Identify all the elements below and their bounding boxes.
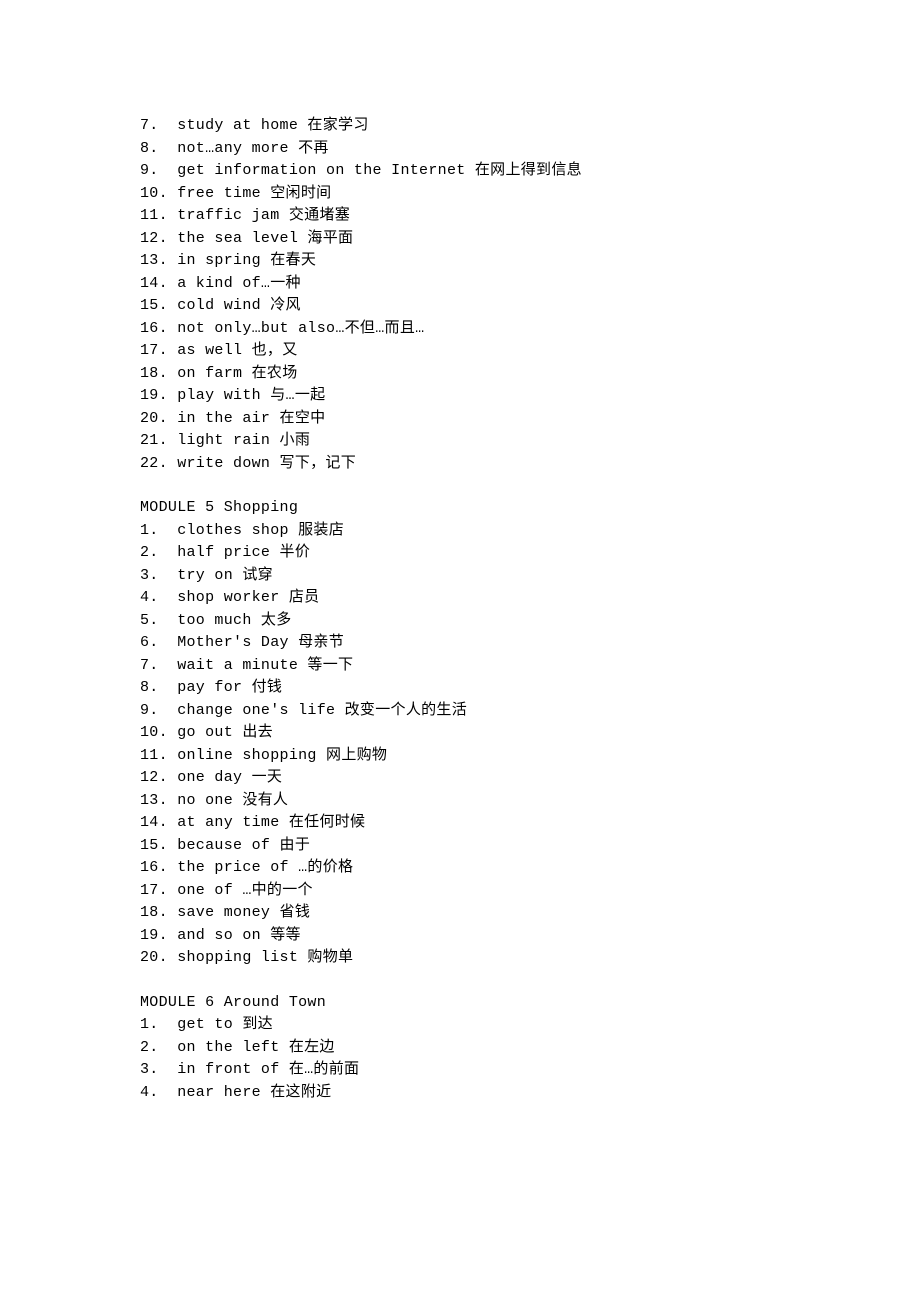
- list-item: 1. clothes shop 服装店: [140, 520, 920, 543]
- list-item: 11. traffic jam 交通堵塞: [140, 205, 920, 228]
- list-item: 3. in front of 在…的前面: [140, 1059, 920, 1082]
- list-item: 11. online shopping 网上购物: [140, 745, 920, 768]
- section-title: MODULE 5 Shopping: [140, 497, 920, 520]
- list-item: 14. a kind of…一种: [140, 273, 920, 296]
- list-item: 2. on the left 在左边: [140, 1037, 920, 1060]
- list-item: 18. on farm 在农场: [140, 363, 920, 386]
- section-title: MODULE 6 Around Town: [140, 992, 920, 1015]
- list-item: 17. one of …中的一个: [140, 880, 920, 903]
- list-block: MODULE 5 Shopping1. clothes shop 服装店2. h…: [140, 497, 920, 970]
- list-item: 6. Mother's Day 母亲节: [140, 632, 920, 655]
- list-item: 13. in spring 在春天: [140, 250, 920, 273]
- list-item: 16. not only…but also…不但…而且…: [140, 318, 920, 341]
- list-item: 10. free time 空闲时间: [140, 183, 920, 206]
- list-item: 19. and so on 等等: [140, 925, 920, 948]
- list-item: 15. because of 由于: [140, 835, 920, 858]
- list-item: 8. not…any more 不再: [140, 138, 920, 161]
- page: 7. study at home 在家学习8. not…any more 不再9…: [0, 0, 920, 1302]
- list-item: 17. as well 也，又: [140, 340, 920, 363]
- list-item: 14. at any time 在任何时候: [140, 812, 920, 835]
- list-item: 13. no one 没有人: [140, 790, 920, 813]
- list-item: 9. get information on the Internet 在网上得到…: [140, 160, 920, 183]
- list-block: MODULE 6 Around Town1. get to 到达2. on th…: [140, 992, 920, 1105]
- list-item: 2. half price 半价: [140, 542, 920, 565]
- list-item: 12. one day 一天: [140, 767, 920, 790]
- list-item: 4. near here 在这附近: [140, 1082, 920, 1105]
- list-item: 5. too much 太多: [140, 610, 920, 633]
- list-block: 7. study at home 在家学习8. not…any more 不再9…: [140, 115, 920, 475]
- list-item: 16. the price of …的价格: [140, 857, 920, 880]
- list-item: 3. try on 试穿: [140, 565, 920, 588]
- list-item: 7. wait a minute 等一下: [140, 655, 920, 678]
- document-content: 7. study at home 在家学习8. not…any more 不再9…: [140, 115, 920, 1104]
- list-item: 7. study at home 在家学习: [140, 115, 920, 138]
- list-item: 4. shop worker 店员: [140, 587, 920, 610]
- list-item: 9. change one's life 改变一个人的生活: [140, 700, 920, 723]
- list-item: 15. cold wind 冷风: [140, 295, 920, 318]
- list-item: 18. save money 省钱: [140, 902, 920, 925]
- list-item: 8. pay for 付钱: [140, 677, 920, 700]
- list-item: 10. go out 出去: [140, 722, 920, 745]
- list-item: 20. shopping list 购物单: [140, 947, 920, 970]
- list-item: 21. light rain 小雨: [140, 430, 920, 453]
- list-item: 22. write down 写下，记下: [140, 453, 920, 476]
- list-item: 20. in the air 在空中: [140, 408, 920, 431]
- list-item: 1. get to 到达: [140, 1014, 920, 1037]
- list-item: 19. play with 与…一起: [140, 385, 920, 408]
- list-item: 12. the sea level 海平面: [140, 228, 920, 251]
